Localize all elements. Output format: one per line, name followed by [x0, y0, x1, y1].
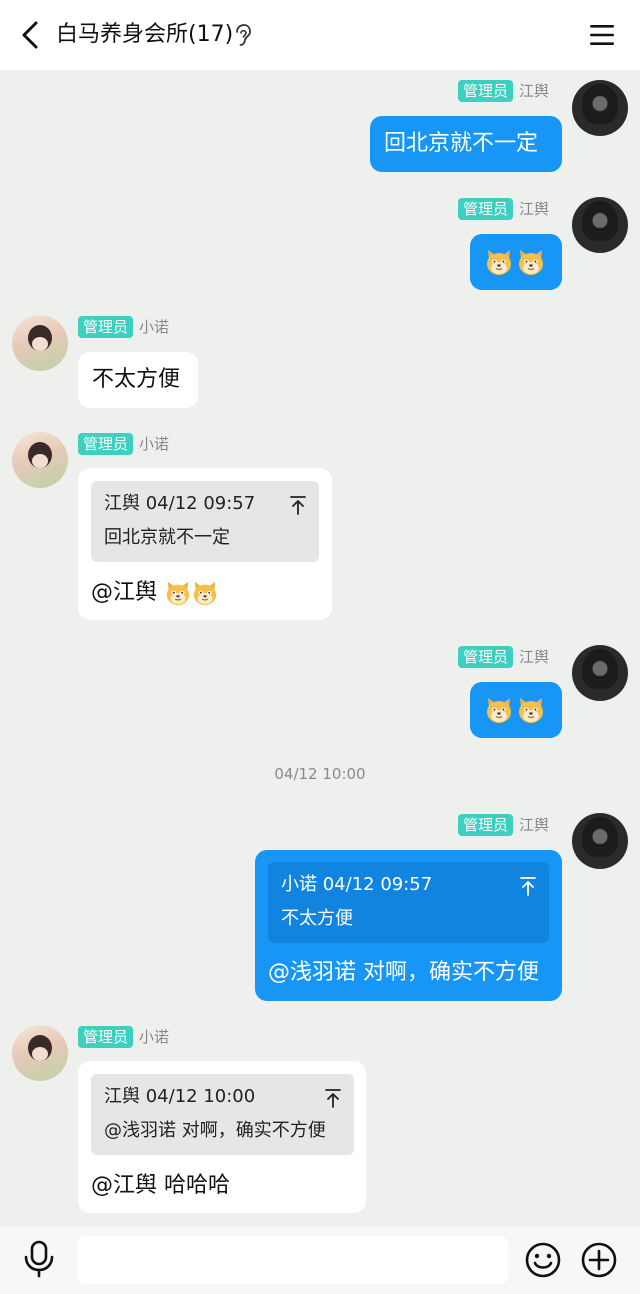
message-bubble[interactable]: 小诺 04/12 09:57 不太方便 @浅羽诺 对啊，确实不方便 [255, 850, 562, 1001]
sender-name[interactable]: 小诺 [139, 433, 169, 455]
message-bubble[interactable]: 江舆 04/12 09:57 回北京就不一定 @江舆 [78, 468, 332, 620]
message-text: @江舆 哈哈哈 [91, 1173, 230, 1198]
message-meta: 管理员 江舆 [458, 80, 549, 102]
admin-badge: 管理员 [78, 1026, 134, 1048]
avatar[interactable] [572, 813, 628, 869]
chat-title[interactable]: 白马养身会所(17) [56, 18, 233, 52]
quote-body: @浅羽诺 对啊，确实不方便 [104, 1120, 326, 1141]
back-button[interactable] [12, 16, 48, 54]
admin-badge: 管理员 [78, 433, 134, 455]
admin-badge: 管理员 [458, 80, 514, 102]
sender-name[interactable]: 江舆 [519, 198, 549, 220]
avatar[interactable] [572, 80, 628, 136]
jump-to-original-icon[interactable] [519, 876, 537, 896]
admin-badge: 管理员 [458, 198, 514, 220]
plus-circle-icon[interactable] [580, 1241, 618, 1279]
message-list[interactable]: 管理员 江舆 回北京就不一定 管理员 江舆 管理员 小诺 不太方便 管理员 小诺… [0, 70, 640, 1226]
sender-name[interactable]: 江舆 [519, 814, 549, 836]
message-input[interactable] [78, 1236, 508, 1284]
avatar[interactable] [572, 197, 628, 253]
quote-body: 回北京就不一定 [104, 527, 230, 548]
input-bar [0, 1226, 640, 1294]
doge-icon [516, 247, 546, 277]
avatar[interactable] [572, 645, 628, 701]
message-text: @江舆 [91, 580, 158, 605]
jump-to-original-icon[interactable] [324, 1088, 342, 1108]
message-meta: 管理员 小诺 [78, 1026, 169, 1048]
doge-icon [484, 247, 514, 277]
quote-header: 小诺 04/12 09:57 [281, 874, 433, 895]
chevron-left-icon [22, 21, 38, 49]
quote-header: 江舆 04/12 10:00 [104, 1086, 256, 1107]
hamburger-menu-icon [590, 25, 614, 45]
message-meta: 管理员 江舆 [458, 198, 549, 220]
message-meta: 管理员 小诺 [78, 316, 169, 338]
admin-badge: 管理员 [458, 814, 514, 836]
doge-icon [484, 695, 514, 725]
doge-icon [516, 695, 546, 725]
sender-name[interactable]: 江舆 [519, 80, 549, 102]
quote-header: 江舆 04/12 09:57 [104, 493, 256, 514]
message-text: 回北京就不一定 [384, 131, 539, 156]
message-meta: 管理员 江舆 [458, 814, 549, 836]
message-bubble[interactable]: 不太方便 [78, 352, 198, 408]
message-bubble[interactable] [470, 234, 562, 290]
timestamp: 04/12 10:00 [274, 765, 366, 783]
doge-icon [191, 579, 219, 607]
avatar[interactable] [12, 315, 68, 371]
admin-badge: 管理员 [458, 646, 514, 668]
avatar[interactable] [12, 1025, 68, 1081]
ear-icon[interactable] [232, 23, 252, 47]
message-meta: 管理员 江舆 [458, 646, 549, 668]
message-bubble[interactable] [470, 682, 562, 738]
quote-body: 不太方便 [281, 908, 353, 929]
sender-name[interactable]: 江舆 [519, 646, 549, 668]
doge-icon [164, 579, 192, 607]
message-bubble[interactable]: 江舆 04/12 10:00 @浅羽诺 对啊，确实不方便 @江舆 哈哈哈 [78, 1061, 366, 1213]
jump-to-original-icon[interactable] [289, 495, 307, 515]
sender-name[interactable]: 小诺 [139, 1026, 169, 1048]
quoted-message[interactable]: 江舆 04/12 10:00 @浅羽诺 对啊，确实不方便 [91, 1074, 354, 1155]
avatar[interactable] [12, 432, 68, 488]
quoted-message[interactable]: 江舆 04/12 09:57 回北京就不一定 [91, 481, 319, 562]
admin-badge: 管理员 [78, 316, 134, 338]
quoted-message[interactable]: 小诺 04/12 09:57 不太方便 [268, 862, 549, 943]
menu-button[interactable] [584, 16, 620, 54]
message-text: @浅羽诺 对啊，确实不方便 [268, 960, 539, 985]
message-text: 不太方便 [92, 367, 181, 392]
message-bubble[interactable]: 回北京就不一定 [370, 116, 562, 172]
sender-name[interactable]: 小诺 [139, 316, 169, 338]
microphone-icon[interactable] [22, 1240, 56, 1278]
message-meta: 管理员 小诺 [78, 433, 169, 455]
emoji-smile-icon[interactable] [524, 1241, 562, 1279]
top-bar: 白马养身会所(17) [0, 0, 640, 70]
